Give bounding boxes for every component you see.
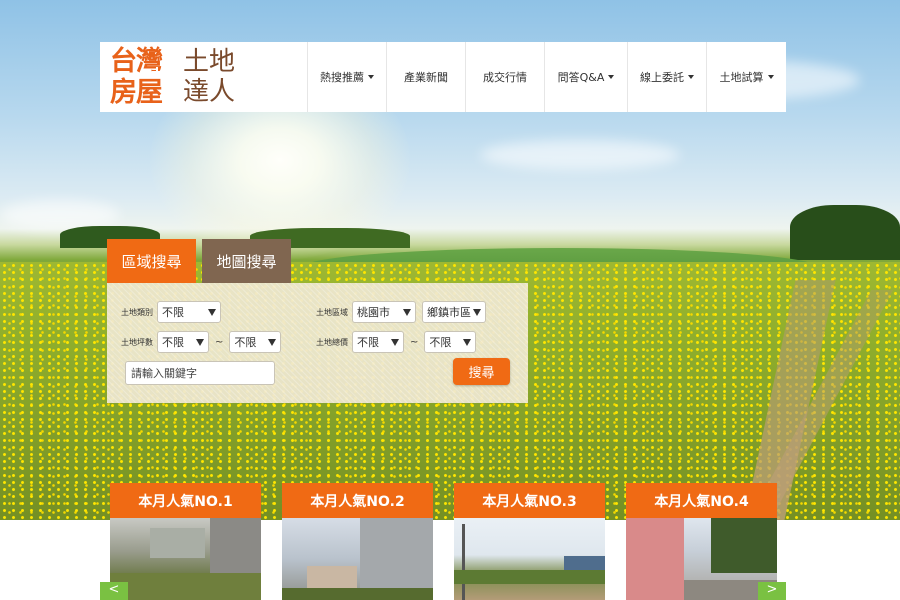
logo-line-4: 達人 [182,77,235,107]
land-area-label: 土地區域 [316,307,348,317]
nav-industry-news[interactable]: 產業新聞 [386,42,465,112]
chevron-down-icon [688,75,694,79]
popular-listings: 本月人氣NO.1 本月人氣NO.2 本月人氣NO.3 本月人氣NO.4 [110,483,798,600]
card-title: 本月人氣NO.1 [110,483,261,518]
tree-shape [282,588,433,600]
vegetation-shape [454,570,605,584]
size-min-select[interactable]: 不限 [157,331,209,353]
land-area-row: 土地區域 桃園市 鄉鎮市區 [316,301,486,323]
range-separator: ~ [215,336,224,348]
dropdown-arrow-icon [463,339,472,346]
site-logo[interactable]: 台灣 房屋 土地 達人 [100,42,306,112]
dropdown-arrow-icon [208,309,216,316]
listing-photo [110,518,261,600]
land-type-select[interactable]: 不限 [157,301,221,323]
nav-label: 線上委託 [640,71,684,84]
popular-card-3[interactable]: 本月人氣NO.3 [454,483,605,600]
nav-online-entrust[interactable]: 線上委託 [627,42,706,112]
size-max-select[interactable]: 不限 [229,331,282,353]
chevron-left-icon: < [108,582,120,597]
search-panel: 土地類別 不限 土地區域 桃園市 鄉鎮市區 土地坪數 不限 ~ 不限 土地總價 … [107,283,528,403]
range-separator: ~ [410,336,419,348]
popular-card-2[interactable]: 本月人氣NO.2 [282,483,433,600]
chevron-down-icon [608,75,615,79]
ground-shape [110,573,261,600]
select-value: 不限 [357,336,379,349]
card-title: 本月人氣NO.3 [454,483,605,518]
tree-line [790,205,900,260]
nav-hot-recommend[interactable]: 熱搜推薦 [307,42,386,112]
site-header: 台灣 房屋 土地 達人 熱搜推薦 產業新聞 成交行情 問答Q&A 線上委託 土地… [100,42,786,112]
nav-label: 成交行情 [483,71,527,84]
select-value: 桃園市 [357,306,390,319]
logo-brand: 台灣 房屋 [110,46,180,108]
nav-qa[interactable]: 問答Q&A [544,42,627,112]
district-select[interactable]: 鄉鎮市區 [422,301,486,323]
dropdown-arrow-icon [473,309,481,316]
search-tabs: 區域搜尋 地圖搜尋 [107,239,291,283]
nav-label: 熱搜推薦 [320,71,364,84]
select-value: 不限 [429,336,452,349]
card-title: 本月人氣NO.2 [282,483,433,518]
listing-photo [626,518,777,600]
dropdown-arrow-icon [391,339,399,346]
utility-pole [462,524,465,600]
card-title: 本月人氣NO.4 [626,483,777,518]
chevron-down-icon [767,75,774,79]
tree-shape [711,518,777,573]
nav-land-calculator[interactable]: 土地試算 [706,42,786,112]
dropdown-arrow-icon [196,339,204,346]
chevron-down-icon [368,75,374,79]
land-size-row: 土地坪數 不限 ~ 不限 [121,331,282,353]
logo-line-3: 土地 [182,47,235,77]
land-type-label: 土地類別 [121,307,153,317]
tab-area-search[interactable]: 區域搜尋 [107,239,196,283]
price-max-select[interactable]: 不限 [424,331,477,353]
chevron-right-icon: > [766,582,778,597]
carousel-next-button[interactable]: > [758,582,786,600]
land-price-row: 土地總價 不限 ~ 不限 [316,331,477,353]
land-price-label: 土地總價 [316,337,348,347]
select-value: 不限 [234,336,257,349]
tab-map-search[interactable]: 地圖搜尋 [202,239,291,283]
popular-card-1[interactable]: 本月人氣NO.1 [110,483,261,600]
search-button[interactable]: 搜尋 [453,358,510,385]
main-nav: 熱搜推薦 產業新聞 成交行情 問答Q&A 線上委託 土地試算 [307,42,786,112]
select-value: 不限 [162,336,184,349]
building-shape [626,518,684,600]
dropdown-arrow-icon [268,339,277,346]
select-value: 不限 [162,306,184,319]
nav-label: 產業新聞 [404,71,448,84]
nav-label: 土地試算 [719,71,764,84]
land-type-row: 土地類別 不限 [121,301,221,323]
price-min-select[interactable]: 不限 [352,331,404,353]
city-select[interactable]: 桃園市 [352,301,416,323]
listing-photo [454,518,605,600]
land-size-label: 土地坪數 [121,337,153,347]
listing-photo [282,518,433,600]
keyword-input[interactable] [125,361,275,385]
carousel-prev-button[interactable]: < [100,582,128,600]
logo-tagline: 土地 達人 [176,47,242,107]
cloud [480,140,680,170]
select-value: 鄉鎮市區 [427,306,471,319]
logo-line-2: 房屋 [110,77,163,108]
nav-deal-prices[interactable]: 成交行情 [465,42,544,112]
building-shape [150,528,205,558]
logo-cross-icon [152,67,162,77]
nav-label: 問答Q&A [557,71,605,84]
dropdown-arrow-icon [403,309,411,316]
logo-line-1: 台灣 [110,46,163,77]
popular-card-4[interactable]: 本月人氣NO.4 [626,483,777,600]
